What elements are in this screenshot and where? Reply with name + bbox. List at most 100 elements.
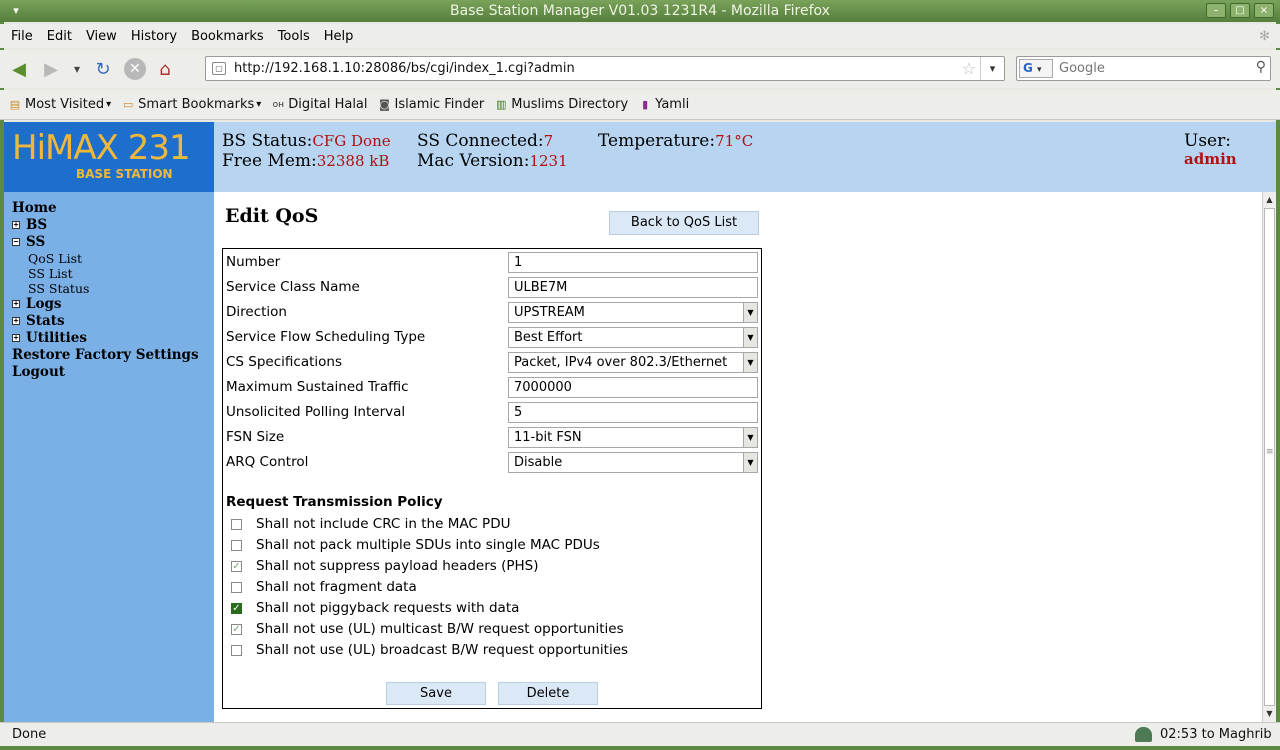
field-label: Number <box>226 254 281 270</box>
policy-checkbox[interactable] <box>231 581 242 593</box>
yamli-icon: ▮ <box>642 97 649 111</box>
sidebar-item-ss-status[interactable]: SS Status <box>28 281 89 296</box>
chevron-down-icon[interactable]: ▼ <box>743 453 757 472</box>
scrollbar-thumb[interactable] <box>1264 208 1275 706</box>
policy-row[interactable]: Shall not pack multiple SDUs into single… <box>231 537 600 553</box>
policy-row[interactable]: ✓ Shall not suppress payload headers (PHS… <box>231 558 539 574</box>
chevron-down-icon[interactable]: ▼ <box>743 428 757 447</box>
forward-icon[interactable]: ▶ <box>38 56 64 82</box>
url-text[interactable]: http://192.168.1.10:28086/bs/cgi/index_1… <box>234 61 575 76</box>
policy-checkbox[interactable]: ✓ <box>231 560 242 572</box>
policy-checkbox[interactable]: ✓ <box>231 602 242 614</box>
policy-row[interactable]: Shall not use (UL) broadcast B/W request… <box>231 642 628 658</box>
scroll-down-icon[interactable]: ▼ <box>1263 707 1276 721</box>
maximize-icon[interactable]: □ <box>1230 3 1250 18</box>
prayer-time-text[interactable]: 02:53 to Maghrib <box>1160 727 1272 742</box>
sidebar-item-logs[interactable]: + Logs <box>12 296 62 312</box>
menu-bookmarks[interactable]: Bookmarks <box>184 29 271 44</box>
menu-view[interactable]: View <box>79 29 124 44</box>
policy-checkbox[interactable] <box>231 644 242 656</box>
ss-connected-value: 7 <box>543 132 554 150</box>
sidebar-item-logout[interactable]: Logout <box>12 364 65 380</box>
url-dropdown-icon[interactable]: ▾ <box>980 57 1004 80</box>
policy-row[interactable]: ✓ Shall not use (UL) multicast B/W reques… <box>231 621 624 637</box>
sidebar-item-utilities[interactable]: + Utilities <box>12 330 87 346</box>
bookmark-muslims-directory[interactable]: ▥ Muslims Directory <box>494 97 628 112</box>
service-class-name-input[interactable]: ULBE7M <box>508 277 758 298</box>
back-to-qos-list-button[interactable]: Back to QoS List <box>609 211 759 235</box>
site-identity-icon[interactable]: ▢ <box>212 62 226 75</box>
bookmark-islamic-finder[interactable]: ◙ Islamic Finder <box>378 97 484 112</box>
web-page: HiMAX 231 BASE STATION BS Status:CFG Don… <box>4 122 1276 722</box>
bookmark-most-visited[interactable]: ▤ Most Visited ▾ <box>8 97 111 112</box>
sidebar-item-label: SS <box>26 234 46 250</box>
expand-icon[interactable]: + <box>12 221 20 229</box>
scroll-up-icon[interactable]: ▲ <box>1263 193 1276 207</box>
delete-button[interactable]: Delete <box>498 682 598 705</box>
stop-icon[interactable]: ✕ <box>124 58 146 80</box>
sidebar-item-restore-factory-settings[interactable]: Restore Factory Settings <box>12 347 199 363</box>
direction-select[interactable]: UPSTREAM ▼ <box>508 302 758 323</box>
cs-specifications-select[interactable]: Packet, IPv4 over 802.3/Ethernet ▼ <box>508 352 758 373</box>
close-window-icon[interactable]: × <box>1254 3 1274 18</box>
expand-icon[interactable]: + <box>12 317 20 325</box>
save-button[interactable]: Save <box>386 682 486 705</box>
polling-interval-input[interactable]: 5 <box>508 402 758 423</box>
back-icon[interactable]: ◀ <box>6 56 32 82</box>
max-sustained-traffic-input[interactable]: 7000000 <box>508 377 758 398</box>
chevron-down-icon[interactable]: ▼ <box>743 303 757 322</box>
menu-file[interactable]: File <box>4 29 40 44</box>
history-dropdown-icon[interactable]: ▾ <box>70 56 84 82</box>
policy-checkbox[interactable] <box>231 518 242 530</box>
menu-tools[interactable]: Tools <box>271 29 317 44</box>
window-menu-icon[interactable]: ▾ <box>8 4 24 18</box>
search-input[interactable] <box>1057 59 1247 78</box>
home-icon[interactable]: ⌂ <box>152 56 178 82</box>
menu-edit[interactable]: Edit <box>40 29 79 44</box>
scrollbar-grip-icon: ≡ <box>1266 447 1274 457</box>
policy-row[interactable]: Shall not include CRC in the MAC PDU <box>231 516 510 532</box>
policy-row[interactable]: Shall not fragment data <box>231 579 417 595</box>
expand-icon[interactable]: + <box>12 334 20 342</box>
mosque-icon[interactable] <box>1135 727 1152 742</box>
bookmarks-toolbar: ▤ Most Visited ▾ ▭ Smart Bookmarks ▾ oн Digit… <box>0 90 1280 120</box>
fsn-size-select[interactable]: 11-bit FSN ▼ <box>508 427 758 448</box>
policy-label: Shall not suppress payload headers (PHS) <box>256 558 539 574</box>
chevron-down-icon[interactable]: ▼ <box>743 353 757 372</box>
window-titlebar[interactable]: ▾ Base Station Manager V01.03 1231R4 - M… <box>0 0 1280 22</box>
chevron-down-icon[interactable]: ▼ <box>743 328 757 347</box>
bookmark-smart-bookmarks[interactable]: ▭ Smart Bookmarks ▾ <box>121 97 261 112</box>
search-bar[interactable]: G ▾ ⚲ <box>1016 56 1271 81</box>
field-label: Service Flow Scheduling Type <box>226 329 426 345</box>
mac-version: Mac Version:1231 <box>417 151 568 171</box>
search-engine-selector[interactable]: G ▾ <box>1019 59 1053 78</box>
bookmark-yamli[interactable]: ▮ Yamli <box>638 97 689 112</box>
chevron-down-icon: ▾ <box>1037 65 1042 75</box>
expand-icon[interactable]: + <box>12 300 20 308</box>
sidebar-item-ss-list[interactable]: SS List <box>28 266 73 281</box>
scheduling-type-select[interactable]: Best Effort ▼ <box>508 327 758 348</box>
number-input[interactable]: 1 <box>508 252 758 273</box>
minimize-icon[interactable]: – <box>1206 3 1226 18</box>
menu-help[interactable]: Help <box>317 29 361 44</box>
field-label: Service Class Name <box>226 279 360 295</box>
bookmark-star-icon[interactable]: ☆ <box>962 57 976 80</box>
collapse-icon[interactable]: − <box>12 238 20 246</box>
bookmark-digital-halal[interactable]: oн Digital Halal <box>271 97 368 112</box>
sidebar-item-qos-list[interactable]: QoS List <box>28 251 82 266</box>
sidebar-item-home[interactable]: Home <box>12 200 57 216</box>
sidebar-item-bs[interactable]: + BS <box>12 217 47 233</box>
url-bar[interactable]: ▢ http://192.168.1.10:28086/bs/cgi/index… <box>205 56 1005 81</box>
policy-row[interactable]: ✓ Shall not piggyback requests with data <box>231 600 519 616</box>
search-icon[interactable]: ⚲ <box>1256 59 1266 75</box>
menu-history[interactable]: History <box>124 29 184 44</box>
policy-checkbox[interactable]: ✓ <box>231 623 242 635</box>
vertical-scrollbar[interactable]: ▲ ≡ ▼ <box>1262 192 1276 722</box>
sidebar-item-ss[interactable]: − SS <box>12 234 45 250</box>
temperature: Temperature:71°C <box>598 131 753 151</box>
reload-icon[interactable]: ↻ <box>90 56 116 82</box>
sidebar-item-stats[interactable]: + Stats <box>12 313 65 329</box>
page-title: Edit QoS <box>225 205 319 227</box>
arq-control-select[interactable]: Disable ▼ <box>508 452 758 473</box>
policy-checkbox[interactable] <box>231 539 242 551</box>
